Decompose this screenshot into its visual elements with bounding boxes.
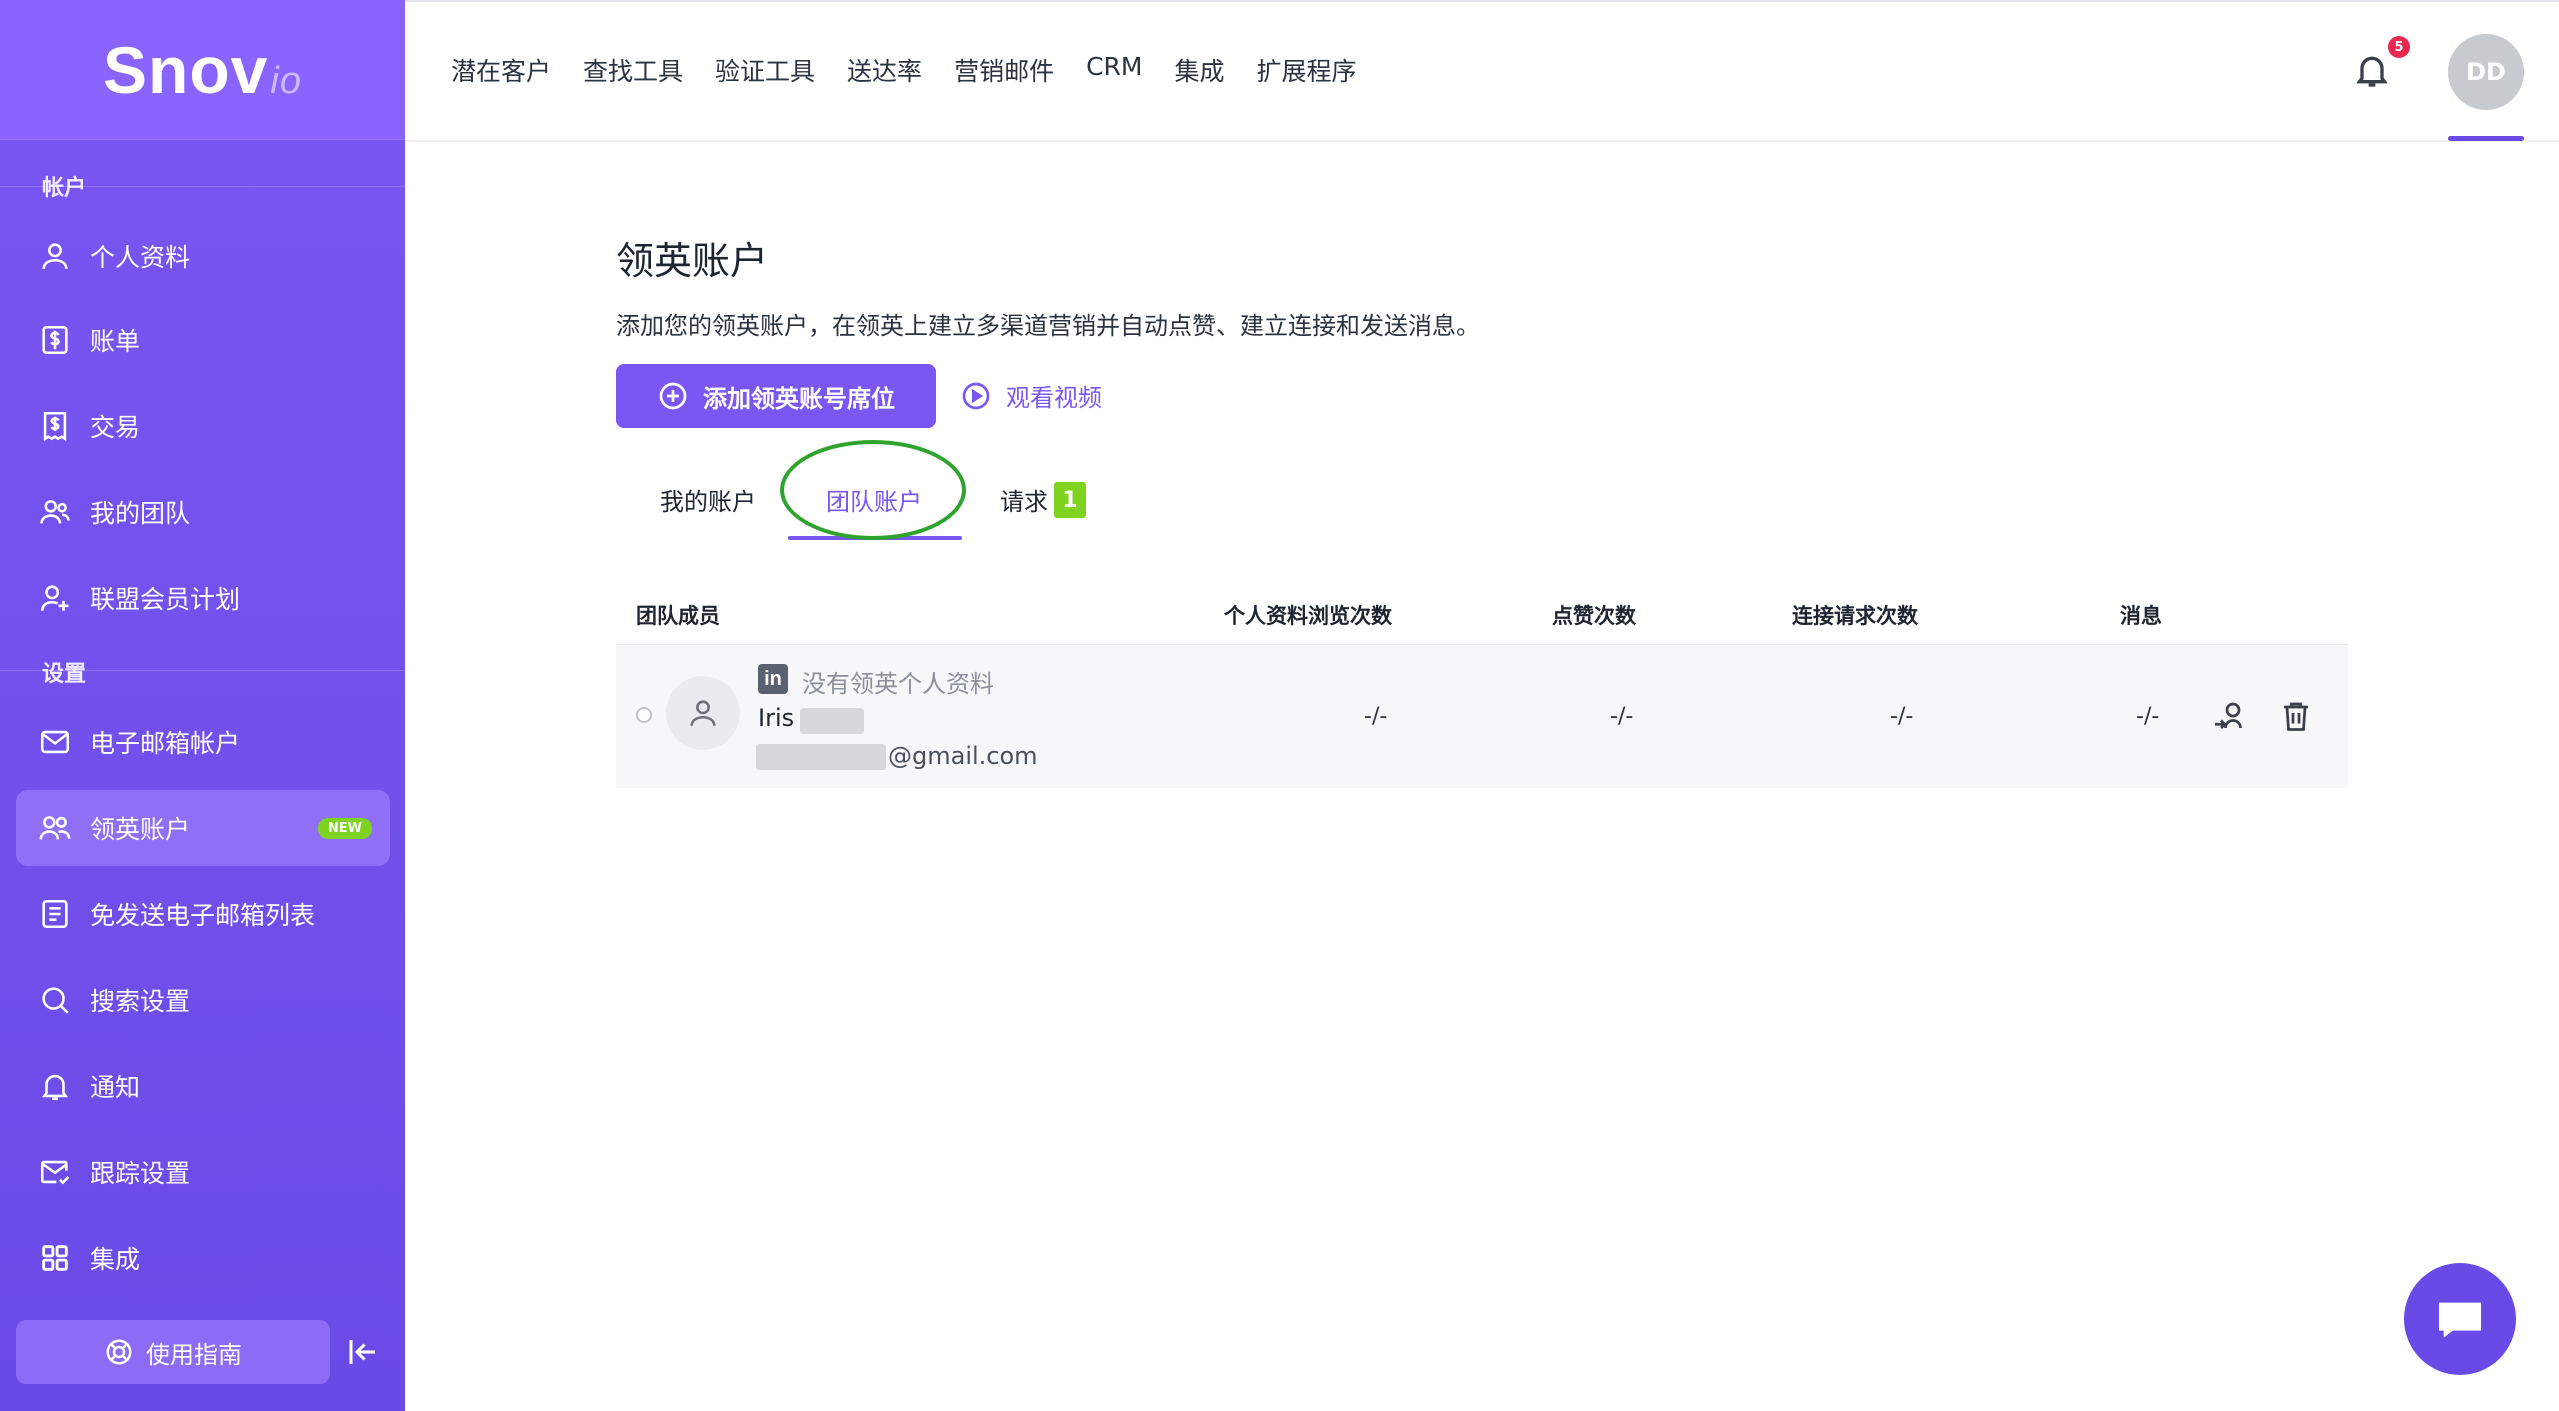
- sidebar-item-label: 免发送电子邮箱列表: [90, 901, 316, 930]
- sidebar-item-label: 跟踪设置: [90, 1159, 191, 1188]
- sidebar-item-label: 电子邮箱帐户: [90, 729, 241, 758]
- logo-area[interactable]: Snovio: [0, 0, 405, 140]
- watch-video-link[interactable]: 观看视频: [960, 378, 1102, 413]
- top-navigation-bar: 潜在客户 查找工具 验证工具 送达率 营销邮件 CRM 集成 扩展程序: [405, 0, 2559, 142]
- bell-icon: [41, 1074, 69, 1101]
- messages-value: -/-: [2136, 704, 2160, 729]
- user-guide-button[interactable]: 使用指南: [16, 1320, 330, 1384]
- user-icon: [42, 243, 68, 269]
- highlight-circle-annotation: [780, 440, 966, 540]
- sidebar-item-label: 搜索设置: [90, 987, 191, 1016]
- sidebar-item-linkedin-accounts[interactable]: 领英账户 NEW: [16, 790, 390, 866]
- watch-video-label: 观看视频: [1006, 384, 1102, 412]
- plus-circle-icon: [659, 382, 687, 410]
- sidebar-item-label: 账单: [90, 327, 141, 356]
- column-header-team-member: 团队成员: [636, 604, 720, 628]
- sidebar-item-label: 我的团队: [90, 499, 191, 528]
- section-label-settings: 设置: [42, 662, 87, 687]
- lifebuoy-icon: [106, 1339, 132, 1365]
- add-linkedin-seat-button[interactable]: 添加领英账号席位: [616, 364, 936, 428]
- redacted-email-prefix: [756, 744, 886, 770]
- sidebar-item-label: 联盟会员计划: [90, 585, 241, 614]
- connection-requests-value: -/-: [1890, 704, 1914, 729]
- collapse-sidebar-icon[interactable]: [345, 1334, 381, 1370]
- topnav-crm[interactable]: CRM: [1086, 52, 1142, 88]
- sidebar-item-integrations[interactable]: 集成: [16, 1220, 390, 1296]
- chat-bubble-icon: [2439, 1302, 2481, 1338]
- redacted-surname: [800, 708, 864, 734]
- logo-main-text: Snov: [103, 32, 269, 107]
- notification-count-badge: 5: [2388, 36, 2410, 58]
- sidebar-item-notifications[interactable]: 通知: [16, 1048, 390, 1124]
- user-guide-label: 使用指南: [146, 1340, 242, 1369]
- linkedin-icon: in: [758, 664, 788, 694]
- member-name: Iris: [758, 704, 795, 732]
- assign-user-icon[interactable]: [2212, 698, 2248, 734]
- sidebar-item-billing[interactable]: 账单: [16, 302, 390, 378]
- likes-value: -/-: [1610, 704, 1634, 729]
- sidebar-item-label: 个人资料: [90, 243, 191, 272]
- user-plus-icon: [40, 585, 69, 611]
- column-header-likes: 点赞次数: [1552, 604, 1636, 628]
- dollar-doc-icon: [42, 325, 68, 355]
- sidebar-item-profile[interactable]: 个人资料: [16, 218, 390, 294]
- topnav-verifier-tools[interactable]: 验证工具: [715, 52, 815, 88]
- search-icon: [42, 987, 69, 1014]
- column-header-connection-requests: 连接请求次数: [1792, 604, 1918, 628]
- grid-icon: [42, 1245, 68, 1271]
- chat-support-button[interactable]: [2404, 1263, 2516, 1375]
- sidebar-item-label: 交易: [90, 413, 141, 442]
- section-label-account: 帐户: [42, 176, 87, 201]
- sidebar: Snovio 帐户 个人资料 账单 交易 我的团队 联盟会员计划 设置 电子邮箱…: [0, 0, 405, 1411]
- topnav-deliverability[interactable]: 送达率: [847, 52, 922, 88]
- sidebar-item-email-accounts[interactable]: 电子邮箱帐户: [16, 704, 390, 780]
- team-icon: [40, 500, 70, 524]
- receipt-icon: [43, 411, 67, 442]
- new-badge: NEW: [317, 817, 372, 839]
- page-description: 添加您的领英账户，在领英上建立多渠道营销并自动点赞、建立连接和发送消息。: [616, 312, 1480, 340]
- list-doc-icon: [42, 899, 68, 929]
- topnav-prospects[interactable]: 潜在客户: [451, 52, 551, 88]
- requests-count-badge: 1: [1054, 482, 1086, 518]
- mail-icon: [40, 730, 70, 754]
- delete-trash-icon[interactable]: [2278, 698, 2314, 734]
- sidebar-item-label: 领英账户: [90, 815, 191, 844]
- sidebar-item-transactions[interactable]: 交易: [16, 388, 390, 464]
- page-title: 领英账户: [616, 239, 769, 283]
- logo-suffix-text: io: [270, 59, 302, 102]
- play-circle-icon: [962, 382, 990, 409]
- avatar-active-indicator: [2448, 136, 2524, 141]
- sidebar-item-tracking-settings[interactable]: 跟踪设置: [16, 1134, 390, 1210]
- column-header-profile-views: 个人资料浏览次数: [1224, 604, 1392, 628]
- sidebar-item-label: 通知: [90, 1073, 141, 1102]
- sidebar-item-label: 集成: [90, 1245, 141, 1274]
- people-icon: [39, 816, 71, 840]
- row-select-radio[interactable]: [636, 707, 652, 723]
- tab-my-accounts[interactable]: 我的账户: [660, 482, 756, 517]
- topnav-integrations[interactable]: 集成: [1174, 52, 1224, 88]
- topnav-finder-tools[interactable]: 查找工具: [583, 52, 683, 88]
- add-button-label: 添加领英账号席位: [703, 384, 895, 413]
- topnav-drip-campaigns[interactable]: 营销邮件: [954, 52, 1054, 88]
- tab-requests[interactable]: 请求: [1000, 482, 1048, 517]
- notification-bell-icon[interactable]: [2352, 50, 2392, 90]
- snovio-logo[interactable]: Snovio: [103, 32, 302, 108]
- sidebar-item-my-team[interactable]: 我的团队: [16, 474, 390, 550]
- member-avatar: [666, 676, 740, 750]
- user-avatar[interactable]: DD: [2448, 34, 2524, 110]
- linkedin-status: 没有领英个人资料: [802, 670, 994, 698]
- mail-track-icon: [40, 1160, 70, 1185]
- profile-views-value: -/-: [1364, 704, 1388, 729]
- sidebar-item-search-settings[interactable]: 搜索设置: [16, 962, 390, 1038]
- member-email: @gmail.com: [888, 742, 1038, 770]
- top-nav-menu: 潜在客户 查找工具 验证工具 送达率 营销邮件 CRM 集成 扩展程序: [451, 52, 1357, 88]
- sidebar-item-affiliate[interactable]: 联盟会员计划: [16, 560, 390, 636]
- sidebar-item-do-not-email[interactable]: 免发送电子邮箱列表: [16, 876, 390, 952]
- column-header-messages: 消息: [2120, 604, 2162, 628]
- topnav-extensions[interactable]: 扩展程序: [1257, 52, 1357, 88]
- user-icon: [690, 700, 716, 726]
